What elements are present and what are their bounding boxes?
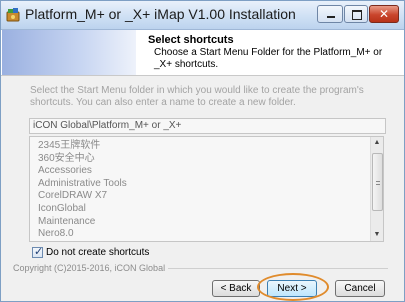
list-item[interactable]: Maintenance: [38, 216, 127, 229]
page-title: Select shortcuts: [148, 34, 234, 46]
folder-list-items: 2345王牌软件 360安全中心 Accessories Administrat…: [38, 140, 127, 241]
checkmark-icon: ✓: [34, 245, 44, 258]
start-menu-folder-input[interactable]: iCON Global\Platform_M+ or _X+: [29, 118, 386, 134]
scroll-down-icon[interactable]: ▼: [371, 229, 383, 241]
footer-branding: Copyright (C)2015-2016, iCON Global: [13, 262, 388, 274]
cancel-button[interactable]: Cancel: [335, 280, 385, 297]
scroll-thumb[interactable]: [372, 153, 383, 211]
wizard-header: Select shortcuts Choose a Start Menu Fol…: [1, 30, 404, 76]
maximize-button[interactable]: [344, 5, 368, 23]
close-button[interactable]: ✕: [369, 5, 399, 23]
page-description: Choose a Start Menu Folder for the Platf…: [154, 47, 383, 70]
next-button-highlight-circle: [257, 273, 329, 301]
scroll-up-icon[interactable]: ▲: [371, 137, 383, 149]
back-button[interactable]: < Back: [212, 280, 260, 297]
window-title: Platform_M+ or _X+ iMap V1.00 Installati…: [25, 6, 296, 22]
minimize-button[interactable]: [317, 5, 343, 23]
list-item[interactable]: 360安全中心: [38, 153, 127, 166]
installer-app-icon: [6, 8, 20, 22]
list-item[interactable]: Accessories: [38, 165, 127, 178]
no-shortcuts-checkbox[interactable]: ✓: [32, 245, 44, 258]
installer-window: Platform_M+ or _X+ iMap V1.00 Installati…: [0, 0, 405, 302]
start-menu-folder-list[interactable]: 2345王牌软件 360安全中心 Accessories Administrat…: [29, 136, 384, 242]
list-item[interactable]: Administrative Tools: [38, 178, 127, 191]
grip-icon: [376, 181, 380, 185]
header-banner-graphic: [2, 30, 136, 75]
instruction-text: Select the Start Menu folder in which yo…: [30, 85, 364, 108]
close-icon: ✕: [378, 7, 390, 21]
list-item[interactable]: Nero8.0: [38, 228, 127, 241]
list-item[interactable]: IconGlobal: [38, 203, 127, 216]
list-item[interactable]: 2345王牌软件: [38, 140, 127, 153]
title-bar[interactable]: Platform_M+ or _X+ iMap V1.00 Installati…: [1, 1, 404, 30]
list-scrollbar[interactable]: ▲ ▼: [370, 137, 383, 241]
copyright-text: Copyright (C)2015-2016, iCON Global: [13, 262, 169, 274]
list-item[interactable]: CorelDRAW X7: [38, 190, 127, 203]
no-shortcuts-label[interactable]: Do not create shortcuts: [46, 247, 149, 259]
